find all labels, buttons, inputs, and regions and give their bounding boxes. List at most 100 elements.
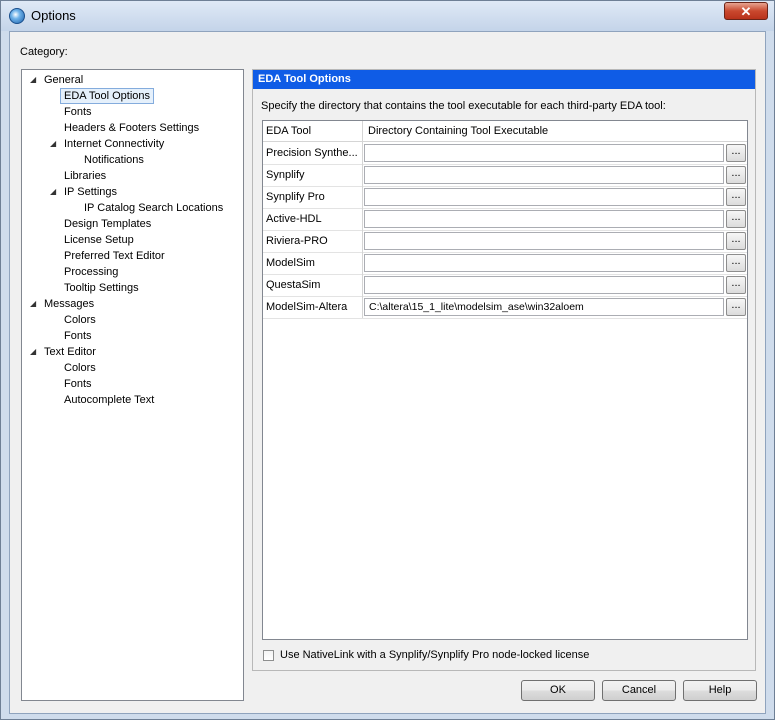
tool-directory-input[interactable] [364, 254, 724, 272]
tool-name: QuestaSim [263, 274, 363, 296]
tree-item-design-templates[interactable]: Design Templates [64, 216, 151, 232]
tree-item-colors[interactable]: Colors [64, 360, 96, 376]
tool-directory-input[interactable] [364, 144, 724, 162]
tool-directory-input[interactable] [364, 188, 724, 206]
tree-item-messages[interactable]: ◢ Messages [30, 296, 95, 312]
browse-button[interactable]: ... [726, 144, 746, 162]
browse-button[interactable]: ... [726, 298, 746, 316]
browse-button[interactable]: ... [726, 232, 746, 250]
eda-tool-grid: EDA Tool Directory Containing Tool Execu… [262, 120, 748, 640]
tree-item-label: Tooltip Settings [64, 282, 139, 294]
expand-arrow-icon[interactable]: ◢ [30, 344, 36, 360]
table-row: Synplify... [263, 164, 747, 187]
category-label: Category: [20, 46, 68, 58]
tree-item-label: Colors [64, 362, 96, 374]
table-row: QuestaSim... [263, 274, 747, 297]
tool-name: Precision Synthe... [263, 142, 363, 164]
tree-item-processing[interactable]: Processing [64, 264, 118, 280]
table-row: Precision Synthe...... [263, 142, 747, 165]
tree-item-label: Autocomplete Text [64, 394, 155, 406]
help-button[interactable]: Help [683, 680, 757, 701]
title-bar[interactable]: Options ✕ [1, 1, 774, 31]
tree-item-label: IP Settings [64, 186, 117, 198]
nativelink-label: Use NativeLink with a Synplify/Synplify … [280, 649, 590, 662]
tree-item-label: IP Catalog Search Locations [84, 202, 224, 214]
dialog-client: Category: ◢ General EDA Tool Options Fonts H… [9, 31, 766, 714]
tool-name: Riviera-PRO [263, 230, 363, 252]
table-row: Synplify Pro... [263, 186, 747, 209]
tree-item-eda-tool-options[interactable]: EDA Tool Options [60, 88, 155, 104]
tree-item-preferred-text-editor[interactable]: Preferred Text Editor [64, 248, 165, 264]
tree-item-ip-catalog-search-locations[interactable]: IP Catalog Search Locations [84, 200, 223, 216]
tool-directory-input[interactable]: C:\altera\15_1_lite\modelsim_ase\win32al… [364, 298, 724, 316]
nativelink-checkbox[interactable] [263, 649, 274, 661]
browse-button[interactable]: ... [726, 276, 746, 294]
tool-name: Synplify [263, 164, 363, 186]
tree-item-libraries[interactable]: Libraries [64, 168, 106, 184]
table-row: ModelSim-Altera C:\altera\15_1_lite\model… [263, 296, 747, 319]
table-row: Active-HDL... [263, 208, 747, 231]
expand-arrow-icon[interactable]: ◢ [30, 72, 36, 88]
tree-item-label: Text Editor [44, 346, 96, 358]
table-row: Riviera-PRO... [263, 230, 747, 253]
browse-button[interactable]: ... [726, 188, 746, 206]
tool-directory-input[interactable] [364, 166, 724, 184]
tree-item-license-setup[interactable]: License Setup [64, 232, 134, 248]
tree-item-tooltip-settings[interactable]: Tooltip Settings [64, 280, 139, 296]
close-icon: ✕ [740, 4, 752, 19]
app-icon [9, 8, 25, 24]
tool-name: Active-HDL [263, 208, 363, 230]
table-row: ModelSim... [263, 252, 747, 275]
browse-button[interactable]: ... [726, 166, 746, 184]
expand-arrow-icon[interactable]: ◢ [50, 136, 56, 152]
panel-header: EDA Tool Options [253, 70, 755, 89]
expand-arrow-icon[interactable]: ◢ [30, 296, 36, 312]
window-title: Options [31, 8, 76, 23]
tool-name: ModelSim [263, 252, 363, 274]
panel-description: Specify the directory that contains the … [261, 100, 666, 112]
close-button[interactable]: ✕ [724, 2, 768, 20]
tree-item-label: Messages [44, 298, 95, 310]
category-tree[interactable]: ◢ General EDA Tool Options Fonts Headers & F… [21, 69, 244, 701]
tool-name: ModelSim-Altera [263, 296, 363, 318]
tree-item-label: Notifications [84, 154, 144, 166]
grid-header: EDA Tool Directory Containing Tool Execu… [263, 121, 747, 142]
browse-button[interactable]: ... [726, 254, 746, 272]
tree-item-general[interactable]: ◢ General [30, 72, 84, 88]
tree-item-fonts[interactable]: Fonts [64, 328, 92, 344]
tree-item-colors[interactable]: Colors [64, 312, 96, 328]
tree-item-label: Preferred Text Editor [64, 250, 165, 262]
column-header-eda-tool[interactable]: EDA Tool [263, 121, 363, 141]
tree-item-label: Internet Connectivity [64, 138, 165, 150]
eda-tool-options-panel: EDA Tool Options Specify the directory t… [252, 69, 756, 671]
tree-item-label: Fonts [64, 330, 92, 342]
tree-item-autocomplete-text[interactable]: Autocomplete Text [64, 392, 154, 408]
tree-item-label: Headers & Footers Settings [64, 122, 200, 134]
tree-item-internet-connectivity[interactable]: ◢ Internet Connectivity [50, 136, 165, 152]
column-header-directory[interactable]: Directory Containing Tool Executable [363, 121, 747, 141]
tool-directory-input[interactable] [364, 276, 724, 294]
tool-directory-input[interactable] [364, 232, 724, 250]
tree-item-label: License Setup [64, 234, 134, 246]
ok-button[interactable]: OK [521, 680, 595, 701]
tree-item-label: EDA Tool Options [60, 88, 155, 104]
tree-item-label: Processing [64, 266, 119, 278]
tree-item-label: Design Templates [64, 218, 152, 230]
tool-name: Synplify Pro [263, 186, 363, 208]
tree-item-fonts[interactable]: Fonts [64, 376, 92, 392]
tree-item-ip-settings[interactable]: ◢ IP Settings [50, 184, 117, 200]
options-window: Options ✕ Category: ◢ General EDA Tool Opt… [0, 0, 775, 720]
tool-directory-input[interactable] [364, 210, 724, 228]
tree-item-label: Fonts [64, 106, 92, 118]
browse-button[interactable]: ... [726, 210, 746, 228]
tree-item-fonts[interactable]: Fonts [64, 104, 92, 120]
expand-arrow-icon[interactable]: ◢ [50, 184, 56, 200]
nativelink-option[interactable]: Use NativeLink with a Synplify/Synplify … [263, 648, 589, 664]
tree-item-label: Colors [64, 314, 96, 326]
tree-item-notifications[interactable]: Notifications [84, 152, 144, 168]
tree-item-label: General [44, 74, 84, 86]
tree-item-label: Fonts [64, 378, 92, 390]
cancel-button[interactable]: Cancel [602, 680, 676, 701]
tree-item-headers-footers-settings[interactable]: Headers & Footers Settings [64, 120, 199, 136]
tree-item-text-editor[interactable]: ◢ Text Editor [30, 344, 96, 360]
